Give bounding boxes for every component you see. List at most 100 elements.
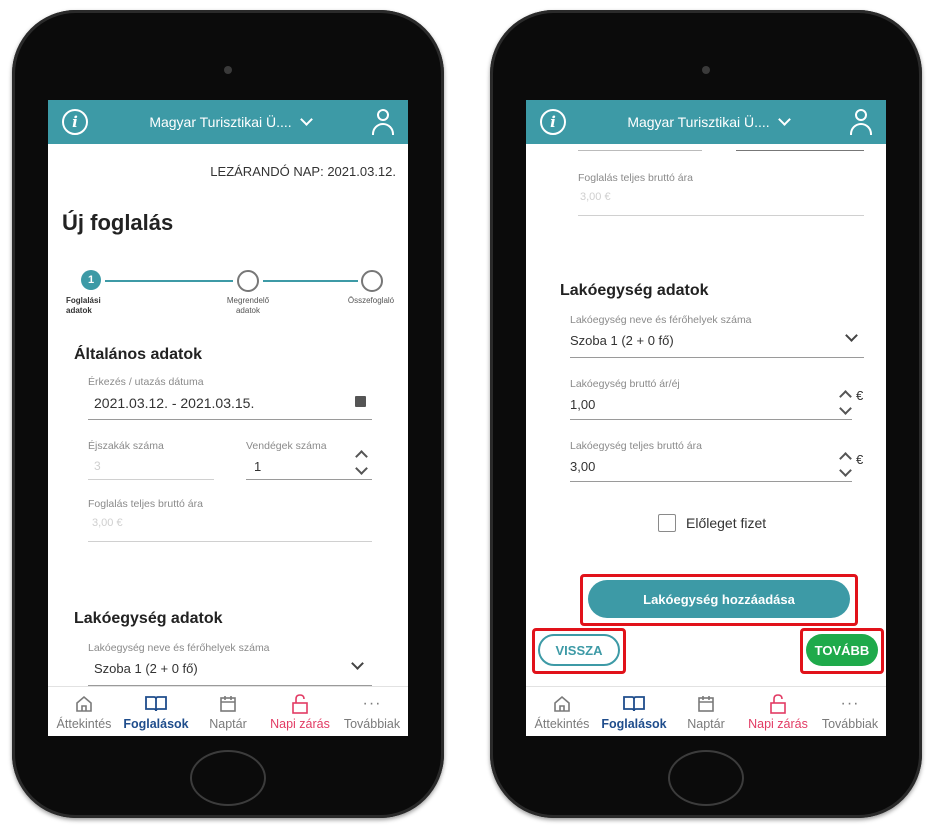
arrival-date-label: Érkezés / utazás dátuma bbox=[88, 376, 204, 388]
deposit-checkbox[interactable] bbox=[658, 514, 676, 532]
organization-name: Magyar Turisztikai Ü.... bbox=[627, 114, 770, 130]
next-button[interactable]: TOVÁBB bbox=[806, 634, 878, 666]
nav-bookings[interactable]: Foglalások bbox=[120, 687, 192, 736]
chevron-down-icon bbox=[777, 113, 791, 126]
screen-right: i Magyar Turisztikai Ü.... Foglalás telj… bbox=[526, 100, 886, 736]
nav-calendar-label: Naptár bbox=[209, 716, 247, 731]
screen-left: i Magyar Turisztikai Ü.... LEZÁRANDÓ NAP… bbox=[48, 100, 408, 736]
progress-stepper: 1 Foglalási adatok Megrendelő adatok Öss… bbox=[48, 270, 408, 330]
home-button[interactable] bbox=[668, 750, 744, 806]
chevron-down-icon bbox=[299, 113, 313, 126]
user-icon[interactable] bbox=[372, 109, 394, 135]
unit-total-stepper[interactable] bbox=[839, 452, 852, 477]
nav-bookings-label: Foglalások bbox=[601, 716, 667, 731]
camera-dot bbox=[702, 66, 710, 74]
scrolled-field-line bbox=[578, 150, 702, 151]
nav-overview-label: Áttekintés bbox=[534, 716, 590, 731]
guests-stepper[interactable] bbox=[355, 450, 368, 475]
nav-more-label: Továbbiak bbox=[821, 716, 879, 731]
nav-more[interactable]: ··· Továbbiak bbox=[814, 687, 886, 736]
calendar-icon bbox=[696, 693, 716, 715]
organization-selector[interactable]: Magyar Turisztikai Ü.... bbox=[566, 113, 850, 130]
unit-name-value: Szoba 1 (2 + 0 fő) bbox=[570, 333, 674, 348]
closing-day-label: LEZÁRANDÓ NAP: 2021.03.12. bbox=[210, 164, 396, 179]
unit-total-label: Lakóegység teljes bruttó ára bbox=[570, 440, 702, 452]
calendar-icon[interactable] bbox=[355, 396, 366, 407]
nav-overview[interactable]: Áttekintés bbox=[526, 687, 598, 736]
nav-more[interactable]: ··· Továbbiak bbox=[336, 687, 408, 736]
info-icon[interactable]: i bbox=[540, 109, 566, 135]
total-price-field: Foglalás teljes bruttó ára 3,00 € bbox=[88, 498, 372, 542]
back-button[interactable]: VISSZA bbox=[538, 634, 620, 666]
nav-calendar[interactable]: Naptár bbox=[670, 687, 742, 736]
nav-overview[interactable]: Áttekintés bbox=[48, 687, 120, 736]
unit-name-value: Szoba 1 (2 + 0 fő) bbox=[94, 661, 198, 676]
unlock-icon bbox=[290, 693, 310, 715]
unit-price-currency: € bbox=[856, 388, 864, 403]
unlock-icon bbox=[768, 693, 788, 715]
step-connector bbox=[263, 280, 358, 282]
nav-daily-close-label: Napi zárás bbox=[748, 716, 808, 731]
arrival-date-field[interactable]: Érkezés / utazás dátuma 2021.03.12. - 20… bbox=[88, 376, 372, 420]
home-button[interactable] bbox=[190, 750, 266, 806]
step-3-circle[interactable] bbox=[361, 270, 383, 292]
total-price-value: 3,00 € bbox=[92, 517, 123, 529]
home-icon bbox=[552, 693, 572, 715]
unit-price-value: 1,00 bbox=[570, 397, 596, 412]
unit-name-dropdown[interactable]: Lakóegység neve és férőhelyek száma Szob… bbox=[570, 314, 864, 358]
step-3-label: Összefoglaló bbox=[347, 296, 395, 305]
guests-label: Vendégek száma bbox=[246, 440, 327, 452]
step-1-label: Foglalási adatok bbox=[66, 296, 101, 315]
bottom-nav: Áttekintés Foglalások Naptár Napi zárás … bbox=[526, 686, 886, 736]
nav-bookings[interactable]: Foglalások bbox=[598, 687, 670, 736]
phone-left: i Magyar Turisztikai Ü.... LEZÁRANDÓ NAP… bbox=[12, 10, 444, 818]
nav-overview-label: Áttekintés bbox=[56, 716, 112, 731]
guests-field[interactable]: Vendégek száma 1 bbox=[246, 440, 372, 480]
step-1-circle[interactable]: 1 bbox=[81, 270, 101, 290]
deposit-label: Előleget fizet bbox=[686, 515, 767, 531]
unit-total-field[interactable]: Lakóegység teljes bruttó ára 3,00 bbox=[570, 440, 852, 482]
page-title: Új foglalás bbox=[62, 210, 174, 235]
unit-total-currency: € bbox=[856, 452, 864, 467]
unit-section-title: Lakóegység adatok bbox=[74, 610, 223, 627]
book-icon bbox=[144, 693, 168, 715]
home-icon bbox=[74, 693, 94, 715]
unit-name-label: Lakóegység neve és férőhelyek száma bbox=[570, 314, 752, 326]
more-icon: ··· bbox=[840, 694, 860, 712]
organization-selector[interactable]: Magyar Turisztikai Ü.... bbox=[88, 113, 372, 130]
step-2-label: Megrendelő adatok bbox=[226, 296, 270, 315]
user-icon[interactable] bbox=[850, 109, 872, 135]
organization-name: Magyar Turisztikai Ü.... bbox=[149, 114, 292, 130]
unit-section-title: Lakóegység adatok bbox=[560, 282, 709, 299]
nav-more-label: Továbbiak bbox=[343, 716, 401, 731]
nights-field: Éjszakák száma 3 bbox=[88, 440, 214, 480]
unit-total-value: 3,00 bbox=[570, 459, 596, 474]
nav-daily-close[interactable]: Napi zárás bbox=[264, 687, 336, 736]
book-icon bbox=[622, 693, 646, 715]
bottom-nav: Áttekintés Foglalások Naptár Napi zárás … bbox=[48, 686, 408, 736]
unit-price-field[interactable]: Lakóegység bruttó ár/éj 1,00 bbox=[570, 378, 852, 420]
guests-value: 1 bbox=[254, 459, 262, 474]
unit-price-stepper[interactable] bbox=[839, 390, 852, 415]
add-unit-button[interactable]: Lakóegység hozzáadása bbox=[588, 580, 850, 618]
more-icon: ··· bbox=[362, 694, 382, 712]
info-icon[interactable]: i bbox=[62, 109, 88, 135]
total-price-label: Foglalás teljes bruttó ára bbox=[578, 172, 693, 184]
step-2-circle[interactable] bbox=[237, 270, 259, 292]
total-price-value: 3,00 € bbox=[580, 191, 611, 203]
step-connector bbox=[105, 280, 233, 282]
total-price-field: Foglalás teljes bruttó ára 3,00 € bbox=[578, 172, 864, 216]
scrolled-field-line bbox=[736, 150, 864, 151]
arrival-date-value: 2021.03.12. - 2021.03.15. bbox=[94, 395, 255, 411]
camera-dot bbox=[224, 66, 232, 74]
nights-value: 3 bbox=[94, 459, 101, 473]
nav-calendar[interactable]: Naptár bbox=[192, 687, 264, 736]
top-bar: i Magyar Turisztikai Ü.... bbox=[526, 100, 886, 144]
general-section-title: Általános adatok bbox=[74, 346, 203, 363]
unit-price-label: Lakóegység bruttó ár/éj bbox=[570, 378, 680, 390]
phone-right: i Magyar Turisztikai Ü.... Foglalás telj… bbox=[490, 10, 922, 818]
calendar-icon bbox=[218, 693, 238, 715]
nav-daily-close[interactable]: Napi zárás bbox=[742, 687, 814, 736]
unit-name-dropdown[interactable]: Lakóegység neve és férőhelyek száma Szob… bbox=[88, 642, 372, 686]
nav-daily-close-label: Napi zárás bbox=[270, 716, 330, 731]
